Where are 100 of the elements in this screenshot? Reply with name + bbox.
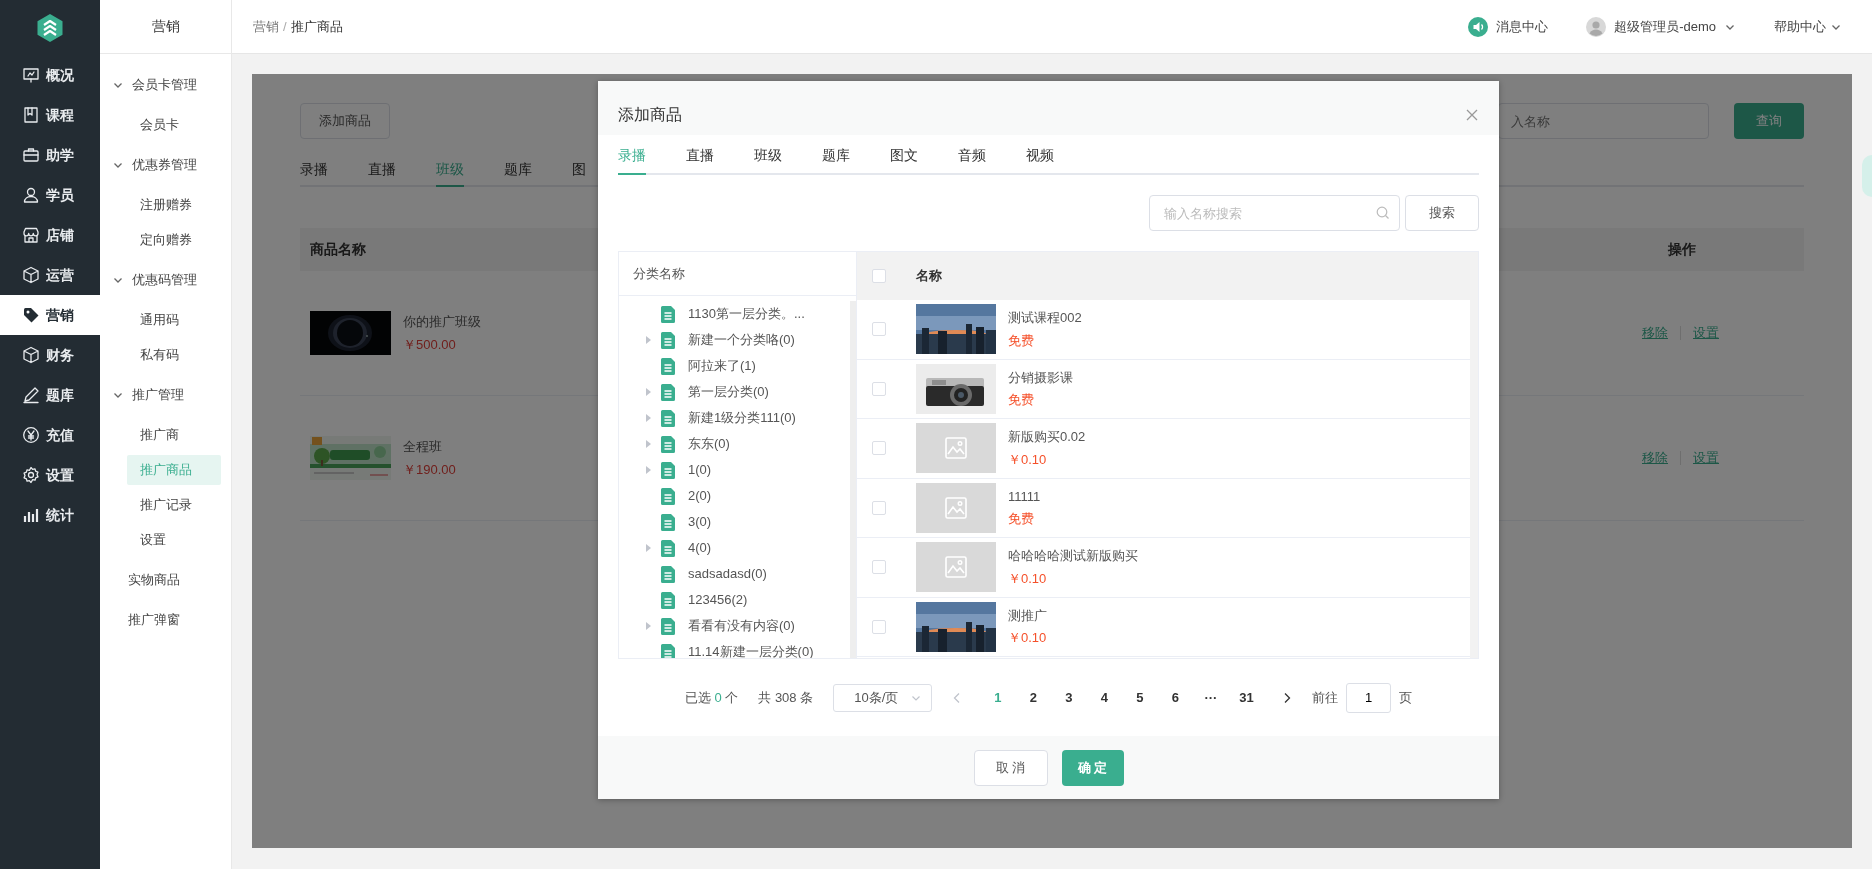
add-product-button[interactable]: 添加商品 [300, 103, 390, 139]
nav-item[interactable]: 统计 [0, 495, 100, 535]
tree-item[interactable]: 4(0) [619, 535, 850, 561]
document-icon [661, 409, 675, 427]
nav-item[interactable]: 运营 [0, 255, 100, 295]
column-header: 商品名称 [310, 240, 367, 259]
breadcrumb-item[interactable]: 营销 [253, 16, 279, 37]
close-icon[interactable] [1465, 108, 1479, 122]
tab[interactable]: 题库 [504, 151, 532, 187]
page-input[interactable]: 1 [1346, 682, 1392, 713]
menu-item[interactable]: 设置 [127, 525, 221, 555]
document-icon [661, 513, 675, 531]
menu-item[interactable]: 定向赠券 [127, 225, 221, 255]
nav-item[interactable]: 助学 [0, 135, 100, 175]
tree-item[interactable]: sadsadasd(0) [619, 561, 850, 587]
image-icon [945, 556, 967, 579]
breadcrumb-separator: / [283, 17, 287, 36]
tab[interactable]: 题库 [822, 135, 850, 175]
selected-count: 已选 0 个 [684, 688, 739, 707]
tree-item[interactable]: 东东(0) [619, 431, 850, 457]
tab[interactable]: 图文 [890, 135, 918, 175]
caret-right-icon [645, 336, 651, 344]
breadcrumb-item: 推广商品 [290, 17, 343, 36]
menu-item[interactable]: 推广记录 [127, 490, 221, 520]
tab[interactable]: 班级 [754, 135, 782, 175]
tree-item[interactable]: 1130第一层分类。... [619, 301, 850, 327]
tree-item[interactable]: 1(0) [619, 457, 850, 483]
checkbox[interactable] [872, 269, 886, 283]
tree-item[interactable]: 3(0) [619, 509, 850, 535]
menu-item[interactable]: 私有码 [127, 340, 221, 370]
nav-item[interactable]: 财务 [0, 335, 100, 375]
page-number[interactable]: 3 [1051, 687, 1087, 708]
page-number[interactable]: ··· [1193, 687, 1229, 708]
image-icon [945, 496, 967, 519]
menu-item[interactable]: 推广商 [127, 420, 221, 450]
product-name: 你的推广班级 [403, 312, 481, 331]
checkbox[interactable] [872, 500, 886, 515]
page-number[interactable]: 31 [1228, 687, 1265, 708]
page-size-select[interactable]: 10条/页 [833, 683, 933, 712]
menu-item[interactable]: 实物商品 [100, 560, 231, 600]
search-button[interactable]: 搜索 [1405, 195, 1479, 231]
menu-item[interactable]: 注册赠券 [127, 190, 221, 220]
menu-item[interactable]: 会员卡 [127, 110, 221, 140]
checkbox[interactable] [872, 322, 886, 337]
menu-group[interactable]: 会员卡管理 [100, 65, 231, 105]
page-number[interactable]: 5 [1122, 687, 1158, 708]
tab[interactable]: 直播 [686, 135, 714, 175]
cube-icon [22, 346, 40, 364]
help-center-menu[interactable]: 帮助中心 [1774, 16, 1826, 37]
side-tab[interactable] [1862, 155, 1872, 197]
tree-item[interactable]: 阿拉来了(1) [619, 353, 850, 379]
tree-item[interactable]: 看看有没有内容(0) [619, 613, 850, 639]
nav-item[interactable]: 店铺 [0, 215, 100, 255]
tree-item[interactable]: 2(0) [619, 483, 850, 509]
bar-chart-icon [22, 506, 40, 524]
user-menu[interactable]: 超级管理员-demo [1614, 16, 1716, 37]
nav-item[interactable]: 课程 [0, 95, 100, 135]
nav-item[interactable]: 设置 [0, 455, 100, 495]
checkbox[interactable] [872, 619, 886, 634]
tree-item[interactable]: 第一层分类(0) [619, 379, 850, 405]
tree-item[interactable]: 新建1级分类111(0) [619, 405, 850, 431]
menu-item[interactable]: 推广弹窗 [100, 600, 231, 640]
checkbox[interactable] [872, 560, 886, 575]
search-field[interactable]: 输入名称搜索 [1149, 195, 1400, 231]
tree-item[interactable]: 123456(2) [619, 587, 850, 613]
caret-right-icon [645, 440, 651, 448]
search-field[interactable]: 入名称 [1498, 103, 1709, 139]
page-number[interactable]: 2 [1015, 687, 1052, 708]
nav-item[interactable]: 学员 [0, 175, 100, 215]
tab[interactable]: 音频 [958, 135, 986, 175]
checkbox[interactable] [872, 441, 886, 456]
page-number[interactable]: 4 [1086, 687, 1123, 708]
course-price: ￥0.10 [1008, 450, 1048, 469]
menu-item[interactable]: 通用码 [127, 305, 221, 335]
menu-group[interactable]: 优惠券管理 [100, 145, 231, 185]
page-number[interactable]: 6 [1157, 687, 1194, 708]
search-icon [1376, 206, 1390, 220]
menu-group[interactable]: 推广管理 [100, 375, 231, 415]
tab[interactable]: 图 [572, 151, 586, 187]
product-price: ￥190.00 [403, 461, 456, 479]
tab[interactable]: 录播 [300, 151, 328, 187]
column-header: 名称 [916, 267, 942, 286]
nav-item[interactable]: 概况 [0, 55, 100, 95]
nav-item[interactable]: 充值 [0, 415, 100, 455]
menu-group[interactable]: 优惠码管理 [100, 260, 231, 300]
course-name: 新版购买0.02 [1008, 428, 1086, 447]
document-icon [661, 331, 675, 349]
nav-item[interactable]: 题库 [0, 375, 100, 415]
tab[interactable]: 直播 [368, 151, 396, 187]
chevron-right-icon[interactable] [1282, 691, 1293, 704]
nav-item[interactable]: 营销 [0, 295, 100, 335]
message-center-link[interactable]: 消息中心 [1496, 16, 1549, 37]
tab[interactable]: 视频 [1026, 135, 1054, 175]
caret-right-icon [645, 414, 651, 422]
cancel-button[interactable]: 取 消 [973, 749, 1048, 786]
tree-item[interactable]: 新建一个分类咯(0) [619, 327, 850, 353]
checkbox[interactable] [872, 381, 886, 396]
course-price: ￥0.10 [1008, 569, 1048, 588]
tag-icon [22, 306, 40, 324]
briefcase-icon [22, 146, 40, 164]
